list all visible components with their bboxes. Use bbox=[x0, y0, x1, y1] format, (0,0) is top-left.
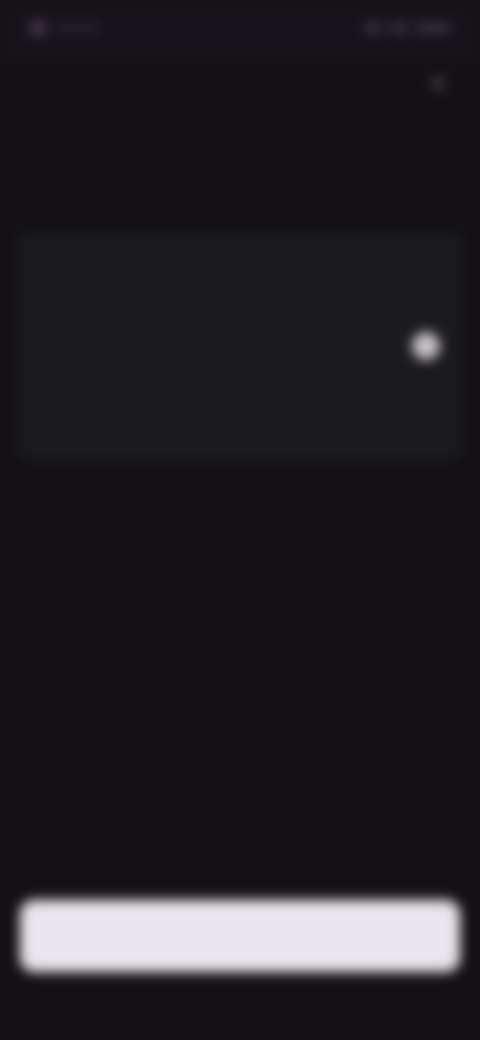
option-item-1[interactable] bbox=[18, 232, 462, 308]
app-badge-icon bbox=[30, 20, 46, 36]
wifi-icon bbox=[390, 23, 408, 33]
status-time bbox=[56, 24, 100, 32]
close-icon: ✕ bbox=[428, 71, 448, 96]
status-left bbox=[30, 18, 110, 38]
options-list bbox=[18, 232, 462, 460]
continue-button[interactable] bbox=[20, 900, 460, 972]
battery-icon bbox=[416, 23, 450, 33]
close-button[interactable]: ✕ bbox=[420, 66, 456, 102]
status-bar bbox=[0, 0, 480, 60]
status-indicators bbox=[350, 20, 450, 36]
radio-selected-icon[interactable] bbox=[412, 332, 440, 360]
signal-icon bbox=[364, 23, 382, 33]
app-screen: ✕ bbox=[0, 0, 480, 1040]
option-item-2[interactable] bbox=[18, 308, 462, 384]
option-item-3[interactable] bbox=[18, 384, 462, 460]
